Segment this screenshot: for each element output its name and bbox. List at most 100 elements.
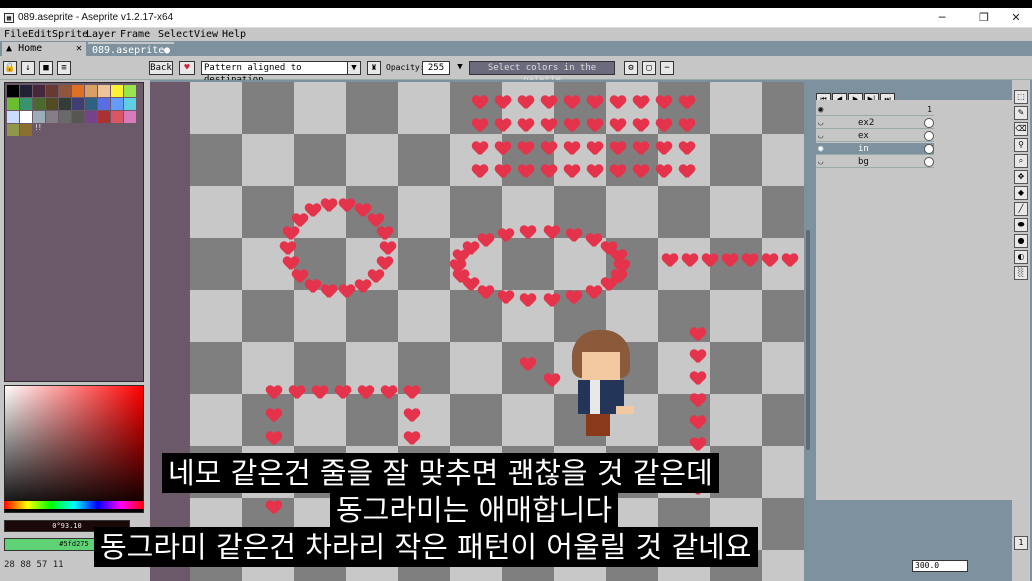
zoom-icon[interactable]: ⌕ bbox=[1014, 154, 1028, 168]
eye-icon[interactable]: ◡ bbox=[818, 130, 823, 142]
palette-swatch[interactable] bbox=[33, 111, 45, 123]
palette-swatch[interactable] bbox=[98, 98, 110, 110]
chevron-down-icon[interactable]: ▼ bbox=[347, 61, 361, 75]
tab-close-icon[interactable]: ✕ bbox=[76, 42, 82, 56]
palette-swatch[interactable] bbox=[59, 85, 71, 97]
palette-swatch[interactable] bbox=[85, 111, 97, 123]
palette-swatch[interactable] bbox=[72, 111, 84, 123]
eyedropper-icon[interactable]: ⚲ bbox=[1014, 138, 1028, 152]
palette-swatch[interactable] bbox=[46, 111, 58, 123]
move-icon[interactable]: ✥ bbox=[1014, 170, 1028, 184]
menu-file[interactable]: File bbox=[4, 28, 28, 41]
layer-row[interactable]: ◡ ex2 bbox=[816, 117, 934, 129]
opacity-input[interactable]: 255 bbox=[422, 61, 450, 75]
palette-swatch[interactable] bbox=[98, 85, 110, 97]
palette-swatch[interactable] bbox=[20, 124, 32, 136]
tab-file[interactable]: 089.aseprite ● bbox=[88, 42, 174, 56]
heart-pixel bbox=[564, 142, 580, 156]
cel-icon[interactable] bbox=[924, 144, 934, 154]
opacity-dropdown-icon[interactable]: ▼ bbox=[454, 61, 466, 75]
palette-swatch[interactable] bbox=[124, 111, 136, 123]
menu-layer[interactable]: Layer bbox=[86, 28, 116, 41]
heart-pixel bbox=[305, 280, 321, 294]
palette-swatch[interactable] bbox=[59, 98, 71, 110]
canvas-scrollbar[interactable] bbox=[806, 230, 810, 450]
color-picker[interactable] bbox=[4, 385, 144, 513]
cel-icon[interactable] bbox=[924, 118, 934, 128]
tab-home[interactable]: ▲ Home ✕ bbox=[2, 42, 86, 56]
maximize-icon[interactable]: ❐ bbox=[974, 10, 994, 26]
palette-swatch[interactable] bbox=[72, 85, 84, 97]
palette-swatch[interactable] bbox=[111, 85, 123, 97]
ink-icon[interactable]: ♜ bbox=[367, 61, 381, 75]
heart-pixel bbox=[368, 270, 384, 284]
palette-swatch[interactable] bbox=[46, 85, 58, 97]
menu-sprite[interactable]: Sprite bbox=[52, 28, 88, 41]
select-colors-hint[interactable]: Select colors in the palette bbox=[469, 61, 615, 85]
hue-slider[interactable] bbox=[4, 501, 144, 509]
palette-swatch[interactable] bbox=[85, 85, 97, 97]
pencil-icon[interactable]: ✎ bbox=[1014, 106, 1028, 120]
heart-pixel bbox=[404, 386, 420, 400]
heart-brush-icon[interactable]: ♥ bbox=[179, 61, 195, 75]
minus-icon[interactable]: − bbox=[660, 61, 674, 75]
palette-swatch[interactable] bbox=[124, 98, 136, 110]
zoom-input[interactable]: 300.0 bbox=[912, 560, 968, 572]
blur-icon[interactable]: ◐ bbox=[1014, 250, 1028, 264]
save-palette-icon[interactable]: ■ bbox=[39, 61, 53, 75]
heart-pixel bbox=[266, 409, 282, 423]
minimize-icon[interactable]: ─ bbox=[932, 10, 952, 26]
palette-swatch[interactable] bbox=[20, 85, 32, 97]
eraser-icon[interactable]: ⌫ bbox=[1014, 122, 1028, 136]
eye-icon[interactable]: ◉ bbox=[818, 104, 823, 116]
ellipse-icon[interactable]: ⬬ bbox=[1014, 218, 1028, 232]
heart-pixel bbox=[601, 242, 617, 256]
heart-pixel bbox=[690, 394, 706, 408]
palette-swatch[interactable] bbox=[98, 111, 110, 123]
spray-icon[interactable]: ░ bbox=[1014, 266, 1028, 280]
eye-icon[interactable]: ◡ bbox=[818, 117, 823, 129]
menu-view[interactable]: View bbox=[194, 28, 218, 41]
layer-row[interactable]: ◡ bg bbox=[816, 156, 934, 168]
cel-icon[interactable] bbox=[924, 157, 934, 167]
gear-icon[interactable]: ⚙ bbox=[624, 61, 638, 75]
line-icon[interactable]: ╱ bbox=[1014, 202, 1028, 216]
close-icon[interactable]: ✕ bbox=[1006, 10, 1026, 26]
palette-swatch[interactable] bbox=[7, 111, 19, 123]
palette-swatch[interactable] bbox=[33, 98, 45, 110]
pixel-perfect-icon[interactable]: ▢ bbox=[642, 61, 656, 75]
layer-row[interactable]: ◡ ex bbox=[816, 130, 934, 142]
sort-icon[interactable]: ↓ bbox=[21, 61, 35, 75]
palette-swatch[interactable] bbox=[20, 98, 32, 110]
layer-row[interactable]: ◉ 1 bbox=[816, 104, 934, 116]
palette-swatch[interactable] bbox=[59, 111, 71, 123]
palette-swatch[interactable] bbox=[46, 98, 58, 110]
layer-row-selected[interactable]: ◉ in bbox=[816, 143, 934, 155]
ink-mode-select[interactable]: Pattern aligned to destination bbox=[201, 61, 361, 85]
palette-swatch[interactable] bbox=[111, 98, 123, 110]
palette-swatch[interactable] bbox=[7, 124, 19, 136]
lock-icon[interactable]: 🔒 bbox=[3, 61, 17, 75]
palette-swatch[interactable] bbox=[7, 98, 19, 110]
menu-help[interactable]: Help bbox=[222, 28, 246, 41]
palette-swatch[interactable] bbox=[33, 85, 45, 97]
fill-icon[interactable]: ◆ bbox=[1014, 186, 1028, 200]
menu-frame[interactable]: Frame bbox=[120, 28, 150, 41]
palette-swatch[interactable] bbox=[85, 98, 97, 110]
back-button[interactable]: Back bbox=[149, 61, 173, 75]
palette-menu-icon[interactable]: ≡ bbox=[57, 61, 71, 75]
eye-icon[interactable]: ◉ bbox=[818, 143, 823, 155]
menu-edit[interactable]: Edit bbox=[28, 28, 52, 41]
palette-swatch[interactable] bbox=[111, 111, 123, 123]
heart-pixel bbox=[633, 142, 649, 156]
marquee-icon[interactable]: ⬚ bbox=[1014, 90, 1028, 104]
menu-select[interactable]: Select bbox=[158, 28, 194, 41]
cel-icon[interactable] bbox=[924, 131, 934, 141]
frame-number-box[interactable]: 1 bbox=[1014, 536, 1028, 550]
palette-swatch[interactable] bbox=[20, 111, 32, 123]
palette-swatch[interactable] bbox=[72, 98, 84, 110]
contour-icon[interactable]: ● bbox=[1014, 234, 1028, 248]
palette-swatch[interactable] bbox=[124, 85, 136, 97]
eye-icon[interactable]: ◡ bbox=[818, 156, 823, 168]
palette-swatch[interactable] bbox=[7, 85, 19, 97]
